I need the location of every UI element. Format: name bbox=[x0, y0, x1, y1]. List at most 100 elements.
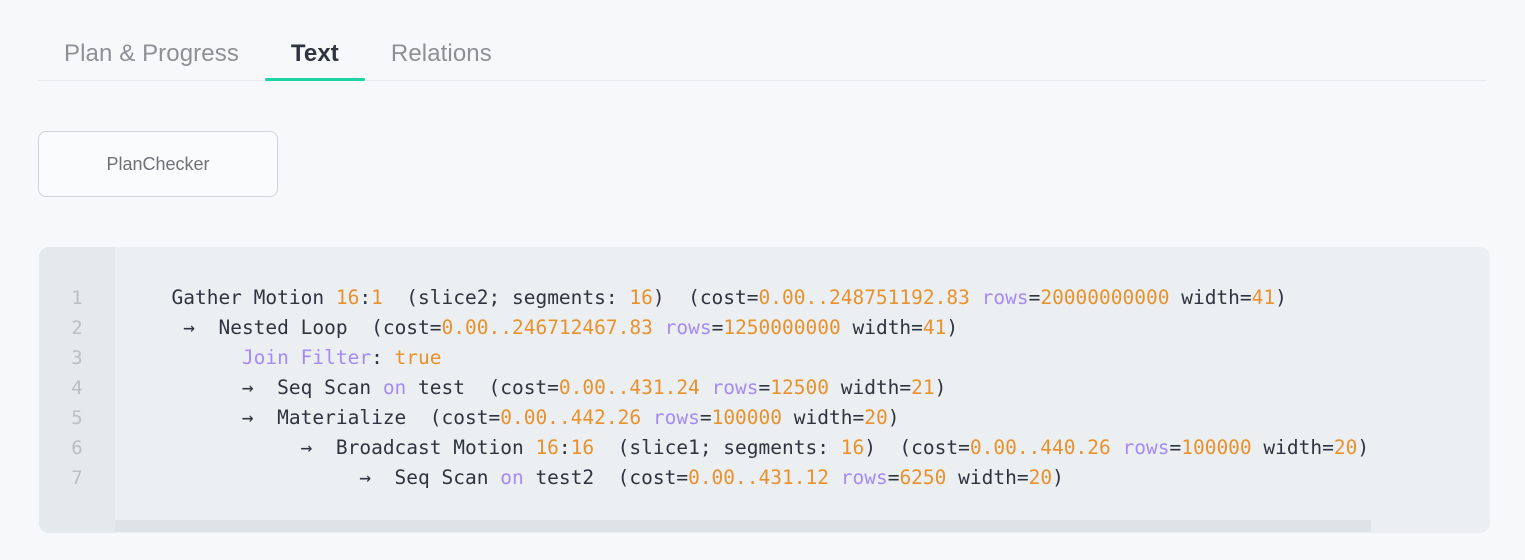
code-token-text: (slice2; segments: bbox=[383, 286, 630, 309]
line-number: 7 bbox=[39, 463, 115, 493]
code-token-num: 6250 bbox=[899, 466, 946, 489]
code-token-num: 16 bbox=[336, 286, 359, 309]
code-token-text: (slice1; segments: bbox=[594, 436, 841, 459]
code-token-text: ) bbox=[1275, 286, 1287, 309]
code-token-num: 0.00..431.12 bbox=[688, 466, 829, 489]
horizontal-scrollbar-thumb[interactable] bbox=[115, 520, 1371, 532]
code-token-text bbox=[148, 316, 183, 339]
code-token-num: 20 bbox=[1029, 466, 1052, 489]
code-token-kw: rows bbox=[653, 406, 700, 429]
code-token-num: 16 bbox=[571, 436, 594, 459]
code-token-text: width= bbox=[1169, 286, 1251, 309]
code-token-num: 0.00..248751192.83 bbox=[759, 286, 970, 309]
code-line: → Seq Scan on test (cost=0.00..431.24 ro… bbox=[148, 376, 946, 399]
code-token-text: = bbox=[1029, 286, 1041, 309]
code-token-num: 100000 bbox=[1181, 436, 1251, 459]
code-token-text: ) bbox=[1052, 466, 1064, 489]
line-number: 4 bbox=[39, 373, 115, 403]
code-token-num: 41 bbox=[1252, 286, 1275, 309]
code-token-text: = bbox=[700, 406, 712, 429]
code-token-text: Nested Loop (cost= bbox=[195, 316, 442, 339]
code-token-text: ) bbox=[935, 376, 947, 399]
code-token-num: 16 bbox=[629, 286, 652, 309]
line-number: 1 bbox=[39, 283, 115, 313]
code-token-num: 20 bbox=[864, 406, 887, 429]
line-number: 6 bbox=[39, 433, 115, 463]
code-token-text bbox=[653, 316, 665, 339]
code-token-num: 1 bbox=[371, 286, 383, 309]
code-token-num: 41 bbox=[923, 316, 946, 339]
code-token-kw: rows bbox=[841, 466, 888, 489]
code-token-text: test2 (cost= bbox=[524, 466, 688, 489]
code-token-text: : bbox=[371, 346, 394, 369]
code-token-kw: rows bbox=[665, 316, 712, 339]
horizontal-scrollbar-track[interactable] bbox=[115, 519, 1490, 533]
code-token-text: width= bbox=[782, 406, 864, 429]
planchecker-button[interactable]: PlanChecker bbox=[38, 131, 278, 197]
code-token-text bbox=[148, 436, 301, 459]
planchecker-button-label: PlanChecker bbox=[106, 154, 209, 175]
code-line: → Seq Scan on test2 (cost=0.00..431.12 r… bbox=[148, 466, 1064, 489]
code-token-num: 1250000000 bbox=[723, 316, 840, 339]
code-token-text: Gather Motion bbox=[148, 286, 336, 309]
code-token-kw: on bbox=[500, 466, 523, 489]
code-token-text bbox=[148, 346, 242, 369]
code-token-text bbox=[700, 376, 712, 399]
code-token-text: test (cost= bbox=[406, 376, 559, 399]
code-token-arrow: → bbox=[242, 376, 254, 399]
code-token-num: true bbox=[395, 346, 442, 369]
code-token-text: : bbox=[559, 436, 571, 459]
code-token-arrow: → bbox=[359, 466, 371, 489]
code-token-text: width= bbox=[946, 466, 1028, 489]
code-token-kw: rows bbox=[1123, 436, 1170, 459]
code-token-text: Broadcast Motion bbox=[312, 436, 535, 459]
code-token-num: 0.00..442.26 bbox=[500, 406, 641, 429]
code-token-text: : bbox=[359, 286, 371, 309]
code-token-text: = bbox=[1169, 436, 1181, 459]
code-token-num: 12500 bbox=[770, 376, 829, 399]
code-token-kw: Join Filter bbox=[242, 346, 371, 369]
code-token-text: Materialize (cost= bbox=[254, 406, 501, 429]
code-token-text: width= bbox=[829, 376, 911, 399]
code-token-text: ) bbox=[1357, 436, 1369, 459]
query-plan-text: Gather Motion 16:1 (slice2; segments: 16… bbox=[148, 283, 1490, 493]
code-line: → Nested Loop (cost=0.00..246712467.83 r… bbox=[148, 316, 958, 339]
code-line: Join Filter: true bbox=[148, 346, 442, 369]
code-line: Gather Motion 16:1 (slice2; segments: 16… bbox=[148, 286, 1287, 309]
tab-text[interactable]: Text bbox=[265, 42, 365, 80]
tab-relations[interactable]: Relations bbox=[365, 42, 518, 80]
code-token-text: Seq Scan bbox=[254, 376, 383, 399]
line-number: 5 bbox=[39, 403, 115, 433]
code-token-text: Seq Scan bbox=[371, 466, 500, 489]
line-number-gutter: 1234567 bbox=[39, 247, 115, 533]
code-token-text: ) bbox=[888, 406, 900, 429]
code-token-num: 0.00..246712467.83 bbox=[442, 316, 653, 339]
code-area[interactable]: Gather Motion 16:1 (slice2; segments: 16… bbox=[115, 247, 1490, 533]
code-token-text bbox=[148, 376, 242, 399]
code-token-text: width= bbox=[1252, 436, 1334, 459]
code-token-text: = bbox=[888, 466, 900, 489]
code-token-kw: on bbox=[383, 376, 406, 399]
code-token-num: 20000000000 bbox=[1040, 286, 1169, 309]
code-line: → Materialize (cost=0.00..442.26 rows=10… bbox=[148, 406, 899, 429]
code-token-text bbox=[970, 286, 982, 309]
tab-bar: Plan & Progress Text Relations bbox=[38, 18, 1487, 81]
code-token-num: 16 bbox=[841, 436, 864, 459]
code-token-text: = bbox=[712, 316, 724, 339]
code-token-num: 100000 bbox=[712, 406, 782, 429]
code-token-num: 16 bbox=[535, 436, 558, 459]
code-token-num: 21 bbox=[911, 376, 934, 399]
tab-plan-and-progress[interactable]: Plan & Progress bbox=[38, 42, 265, 80]
code-token-text: ) bbox=[946, 316, 958, 339]
code-token-kw: rows bbox=[982, 286, 1029, 309]
code-token-text: ) (cost= bbox=[864, 436, 970, 459]
line-number: 3 bbox=[39, 343, 115, 373]
code-token-arrow: → bbox=[242, 406, 254, 429]
code-token-num: 0.00..440.26 bbox=[970, 436, 1111, 459]
code-token-num: 0.00..431.24 bbox=[559, 376, 700, 399]
code-line: → Broadcast Motion 16:16 (slice1; segmen… bbox=[148, 436, 1369, 459]
code-token-text: = bbox=[759, 376, 771, 399]
code-token-text bbox=[641, 406, 653, 429]
code-token-text bbox=[148, 406, 242, 429]
query-plan-code-block: 1234567 Gather Motion 16:1 (slice2; segm… bbox=[39, 247, 1490, 533]
